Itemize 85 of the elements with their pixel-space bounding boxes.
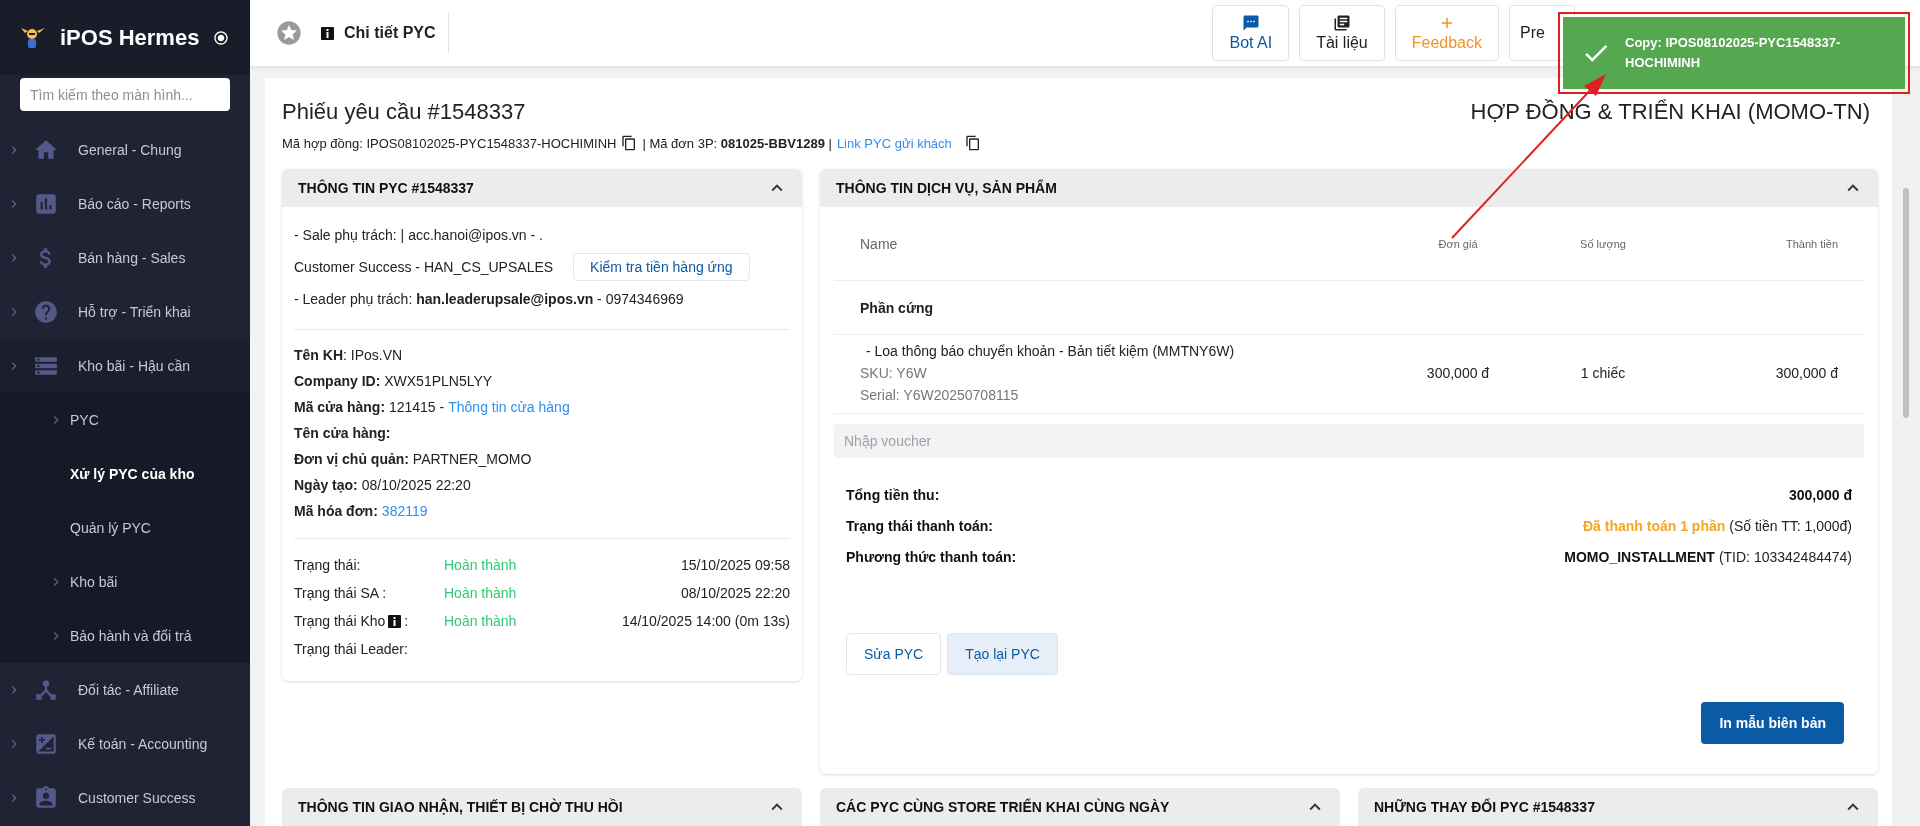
status-time: 14/10/2025 14:00 (0m 13s) (621, 613, 790, 629)
table-cell-text: 300,000 đ (1774, 365, 1838, 381)
info-field: Mã cửa hàng: 121415 - (294, 399, 445, 415)
summary-note: (TID: 103342484474) (1718, 548, 1852, 565)
payment-status: Đã thanh toán 1 phần (1582, 517, 1726, 534)
sidebar-subitem[interactable]: Quản lý PYC (0, 501, 250, 555)
staff-line: - Leader phụ trách: han.leaderupsale@ipos.vn - 0974346969 (294, 291, 684, 307)
contract-code: Mã hợp đồng: IPOS08102025-PYC1548337-HOCHIMINH (282, 135, 617, 151)
menu-icon (33, 299, 59, 325)
print-button[interactable]: In mẫu biên bản (1701, 702, 1844, 744)
info-icon (321, 26, 334, 40)
status-label: Trạng thái Kho : (294, 613, 410, 629)
status-label: Trạng thái: (294, 557, 362, 573)
info-field: Tên cửa hàng: (294, 425, 391, 441)
check-advance-button[interactable]: Kiểm tra tiền hàng ứng (573, 253, 750, 281)
column-header: Đơn giá (1437, 237, 1479, 250)
app-title: iPOS Hermes (60, 24, 200, 51)
product-serial: Serial: Y6W20250708115 (860, 387, 1020, 403)
staff-line: - Sale phụ trách: | acc.hanoi@ipos.vn - . (294, 227, 543, 243)
action-button[interactable]: Sửa PYC (846, 633, 942, 675)
card-header[interactable]: THÔNG TIN GIAO NHẬN, THIẾT BỊ CHỜ THU HỒI (282, 788, 802, 826)
status-value: Hoàn thành (444, 557, 518, 573)
sidebar-item[interactable]: Hỗ trợ - Triển khai (0, 285, 250, 339)
menu-icon (33, 191, 59, 217)
status-label: Trạng thái SA : (294, 585, 388, 601)
info-field: Đơn vị chủ quản: PARTNER_MOMO (294, 451, 532, 467)
product-sku: SKU: Y6W (860, 365, 928, 381)
status-value: Hoàn thành (444, 585, 518, 601)
sidebar-item[interactable]: Báo cáo - Reports (0, 177, 250, 231)
star-logo-icon (275, 19, 303, 47)
search-field[interactable]: Tìm kiếm theo màn hình... (20, 78, 230, 111)
sidebar-item[interactable]: Customer Success (0, 771, 250, 825)
sidebar-subitem[interactable]: Xử lý PYC của kho (0, 447, 250, 501)
sidebar-item[interactable]: General - Chung (0, 123, 250, 177)
column-header: Thành tiền (1785, 237, 1838, 250)
info-icon (388, 614, 402, 628)
menu-icon (33, 677, 59, 703)
column-header: Name (860, 235, 899, 252)
info-field: Company ID: XWX51PLN5LYY (294, 373, 493, 389)
summary-value: MOMO_INSTALLMENT (1564, 548, 1715, 565)
sidebar-item[interactable]: Bán hàng - Sales (0, 231, 250, 285)
card-header[interactable]: NHỮNG THAY ĐỔI PYC #1548337 (1358, 788, 1878, 826)
info-field: Tên KH: IPos.VN (294, 347, 403, 363)
action-button[interactable]: Tạo lại PYC (947, 633, 1058, 675)
table-cell-text: 300,000 đ (1425, 365, 1491, 381)
chat-icon (1241, 14, 1260, 32)
menu-icon (33, 731, 59, 757)
scrollbar-thumb[interactable] (1903, 188, 1909, 418)
info-field: Mã hóa đơn: (294, 503, 378, 519)
book-icon (1332, 14, 1351, 32)
copy-icon[interactable] (621, 135, 638, 151)
sidebar-item[interactable]: Kho bãi - Hậu cần (0, 339, 250, 393)
info-field: Ngày tạo: 08/10/2025 22:20 (294, 477, 471, 493)
copy-icon[interactable] (964, 135, 981, 151)
summary-value: 300,000 đ (1788, 486, 1852, 503)
staff-line: Customer Success - HAN_CS_UPSALES (294, 259, 554, 275)
table-cell-text: 1 chiếc (1579, 365, 1627, 381)
status-value: Hoàn thành (444, 613, 518, 629)
card-header[interactable]: THÔNG TIN PYC #1548337 (282, 169, 802, 207)
sidebar-item[interactable]: Kế toán - Accounting (0, 717, 250, 771)
summary-label: Tổng tiền thu: (846, 486, 940, 503)
product-name: - Loa thông báo chuyển khoản - Bản tiết kiệm (MMTNY6W) (865, 343, 1236, 359)
status-time: 08/10/2025 22:20 (680, 585, 790, 601)
summary-label: Phương thức thanh toán: (846, 548, 1017, 565)
menu-icon (33, 785, 59, 811)
header-button[interactable]: Bot AI (1212, 5, 1290, 61)
card-header[interactable]: THÔNG TIN DỊCH VỤ, SẢN PHẨM (820, 169, 1878, 207)
toast-text: Copy: IPOS08102025-PYC1548337-HOCHIMINH (1625, 34, 1842, 72)
summary-note: (Số tiền TT: 1,000đ) (1729, 517, 1852, 534)
header-button[interactable]: Tài liệu (1299, 5, 1385, 61)
column-header: Số lượng (1579, 237, 1627, 250)
request-title: Phiếu yêu cầu #1548337 (282, 99, 526, 125)
summary-label: Trạng thái thanh toán: (846, 517, 993, 534)
page-header-title: Chi tiết PYC (344, 24, 436, 42)
order-code: | Mã đơn 3P: 081025-BBV1289 | (642, 135, 832, 151)
status-time: 15/10/2025 09:58 (680, 557, 790, 573)
radio-icon[interactable] (213, 29, 230, 46)
sidebar-subitem[interactable]: Kho bãi (0, 555, 250, 609)
sidebar-subitem[interactable]: PYC (0, 393, 250, 447)
sidebar-subitem[interactable]: Bảo hành và đổi trả (0, 609, 250, 663)
status-label: Trạng thái Leader: (294, 641, 409, 657)
voucher-field[interactable]: Nhập voucher (834, 424, 1864, 458)
card-header[interactable]: CÁC PYC CÙNG STORE TRIỂN KHAI CÙNG NGÀY (820, 788, 1340, 826)
group-title: Phần cứng (834, 281, 1864, 335)
sidebar-item[interactable]: Đối tác - Affiliate (0, 663, 250, 717)
